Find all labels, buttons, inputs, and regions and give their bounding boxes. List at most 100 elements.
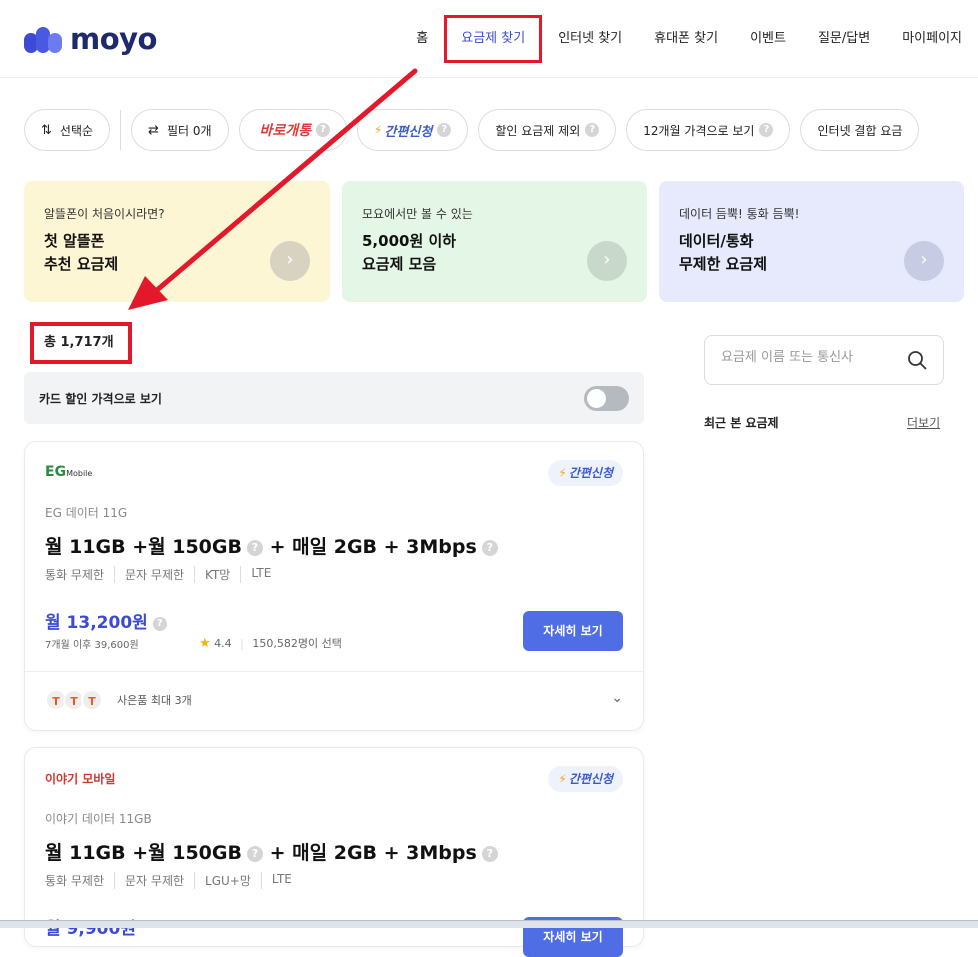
spec-call: 통화 무제한 [45,874,105,888]
card-discount-bar: 카드 할인 가격으로 보기 [24,372,644,424]
banner-title: 5,000원 이하 요금제 모음 [362,230,627,276]
exclude-discount-chip[interactable]: 할인 요금제 제외 ? [478,109,617,151]
banner-under-5000[interactable]: 모요에서만 볼 수 있는 5,000원 이하 요금제 모음 › [342,181,647,302]
rating-value: 4.4 [214,637,232,650]
nav-home[interactable]: 홈 [400,15,444,63]
taskbar [0,920,978,928]
star-icon: ★ [199,636,211,651]
card-discount-toggle[interactable] [584,385,629,411]
help-icon[interactable]: ? [152,617,167,631]
main-nav: 홈 요금제 찾기 인터넷 찾기 휴대폰 찾기 이벤트 질문/답변 마이페이지 [400,0,978,78]
banner-title-line1: 5,000원 이하 [362,232,457,250]
sliders-icon: ⇄ [148,122,159,138]
logo-text: moyo [70,22,157,56]
header: moyo 홈 요금제 찾기 인터넷 찾기 휴대폰 찾기 이벤트 질문/답변 마이… [0,0,978,78]
spec-network: LGU+망 [194,872,261,889]
banner-first-mvno[interactable]: 알뜰폰이 처음이시라면? 첫 알뜰폰 추천 요금제 › [24,181,330,302]
nav-plan-search[interactable]: 요금제 찾기 [444,15,543,63]
easy-apply-chip[interactable]: ⚡ 간편신청 ? [357,109,469,151]
provider-logo: EGMobile [45,464,93,480]
quick-open-chip[interactable]: 바로개통 ? [238,109,348,151]
selected-count: 150,582명이 선택 [252,637,342,650]
plan-title: 월 11GB +월 150GB? + 매일 2GB + 3Mbps? [45,532,498,559]
exclude-discount-label: 할인 요금제 제외 [495,123,581,138]
nav-internet-search[interactable]: 인터넷 찾기 [542,15,638,63]
quick-open-label: 바로개통 [259,123,312,139]
provider-logo: 이야기 모바일 [45,770,115,787]
internet-combo-chip[interactable]: 인터넷 결합 요금 [800,109,920,151]
gifts-row[interactable]: T T T 사은품 최대 3개 ⌄ [25,671,643,727]
internet-combo-label: 인터넷 결합 요금 [817,123,903,138]
bolt-icon: ⚡ [374,123,383,137]
banner-subtitle: 데이터 듬뿍! 통화 듬뿍! [679,207,800,221]
nav-qna[interactable]: 질문/답변 [802,15,886,63]
price-value: 월 13,200원 [45,613,148,633]
banner-unlimited[interactable]: 데이터 듬뿍! 통화 듬뿍! 데이터/통화 무제한 요금제 › [659,181,964,302]
plan-title-main: 월 11GB +월 150GB [45,536,242,558]
more-link[interactable]: 더보기 [907,414,940,431]
twelve-month-chip[interactable]: 12개월 가격으로 보기 ? [626,109,791,151]
separator: | [240,637,244,650]
spec-tech: LTE [240,566,281,583]
chevron-down-icon[interactable]: ⌄ [611,690,623,706]
price-after: 7개월 이후 39,600원 [45,640,139,651]
easy-apply-tag: ⚡ 간편신청 [548,766,623,792]
plan-search-box [704,335,944,385]
help-icon[interactable]: ? [481,540,498,556]
easy-apply-label: 간편신청 [384,124,433,140]
easy-apply-tag: ⚡ 간편신청 [548,460,623,486]
banner-title: 데이터/통화 무제한 요금제 [679,230,944,276]
gift-text: 사은품 최대 3개 [117,693,192,707]
plan-card[interactable]: 이야기 모바일 ⚡ 간편신청 이야기 데이터 11GB 월 11GB +월 150… [24,747,644,957]
plan-specs: 통화 무제한 문자 무제한 KT망 LTE [45,566,281,583]
plan-name: 이야기 데이터 11GB [45,812,152,826]
chevron-right-icon[interactable]: › [587,241,627,281]
spec-call: 통화 무제한 [45,568,105,582]
card-discount-label: 카드 할인 가격으로 보기 [39,391,162,406]
twelve-month-label: 12개월 가격으로 보기 [643,123,755,138]
total-count: 총 1,717개 [30,322,132,364]
bolt-icon: ⚡ [558,772,567,786]
gift-icon: T [81,688,103,711]
plan-title-extra: + 매일 2GB + 3Mbps [269,842,477,864]
chevron-right-icon[interactable]: › [270,241,310,281]
sort-arrows-icon: ⇅ [41,122,52,138]
plan-title-extra: + 매일 2GB + 3Mbps [269,536,477,558]
logo[interactable]: moyo [24,22,157,56]
plan-price: 월 13,200원? [45,608,167,633]
banner-subtitle: 알뜰폰이 처음이시라면? [44,207,165,221]
tag-label: 간편신청 [568,772,613,786]
banner-title-line1: 첫 알뜰폰 [44,232,105,250]
detail-button[interactable]: 자세히 보기 [523,611,623,651]
help-icon: ? [759,123,774,137]
filter-chip[interactable]: ⇄ 필터 0개 [131,109,229,151]
provider-name: 이야기 모바일 [45,772,116,786]
filter-label: 필터 0개 [166,123,212,138]
chevron-right-icon[interactable]: › [904,241,944,281]
plan-search-input[interactable] [721,350,901,365]
plan-name: EG 데이터 11G [45,506,128,520]
nav-phone-search[interactable]: 휴대폰 찾기 [638,15,734,63]
search-icon[interactable] [907,350,927,370]
spec-network: KT망 [194,566,240,583]
plan-card[interactable]: EGMobile ⚡ 간편신청 EG 데이터 11G 월 11GB +월 150G… [24,441,644,731]
banner-title-line1: 데이터/통화 [679,232,754,250]
help-icon[interactable]: ? [246,846,263,862]
plan-specs: 통화 무제한 문자 무제한 LGU+망 LTE [45,872,302,889]
help-icon[interactable]: ? [246,540,263,556]
nav-mypage[interactable]: 마이페이지 [886,15,978,63]
help-icon: ? [316,123,331,137]
help-icon: ? [437,123,452,137]
help-icon[interactable]: ? [481,846,498,862]
help-icon: ? [585,123,600,137]
banner-title: 첫 알뜰폰 추천 요금제 [44,230,310,276]
tag-label: 간편신청 [568,466,613,480]
sort-label: 선택순 [59,123,94,138]
bolt-icon: ⚡ [558,466,567,480]
nav-events[interactable]: 이벤트 [734,15,802,63]
plan-rating: ★ 4.4 | 150,582명이 선택 [199,635,342,651]
plan-title: 월 11GB +월 150GB? + 매일 2GB + 3Mbps? [45,838,498,865]
spec-sms: 문자 무제한 [114,566,194,583]
spec-tech: LTE [260,872,302,889]
sort-chip[interactable]: ⇅ 선택순 [24,109,111,151]
